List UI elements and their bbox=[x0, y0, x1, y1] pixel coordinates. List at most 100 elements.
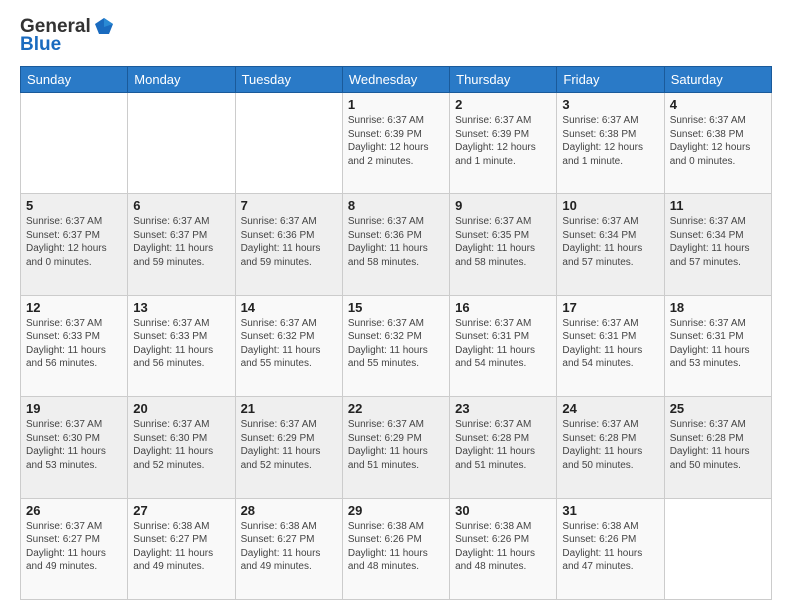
day-number: 16 bbox=[455, 300, 551, 315]
day-number: 31 bbox=[562, 503, 658, 518]
calendar-cell bbox=[128, 93, 235, 194]
calendar-cell: 25 Sunrise: 6:37 AM Sunset: 6:28 PM Dayli… bbox=[664, 397, 771, 498]
logo: General Blue bbox=[20, 16, 115, 56]
calendar-cell: 8 Sunrise: 6:37 AM Sunset: 6:36 PM Daylig… bbox=[342, 194, 449, 295]
calendar-cell: 5 Sunrise: 6:37 AM Sunset: 6:37 PM Daylig… bbox=[21, 194, 128, 295]
day-number: 12 bbox=[26, 300, 122, 315]
day-info: Sunrise: 6:37 AM Sunset: 6:31 PM Dayligh… bbox=[670, 317, 766, 371]
day-info: Sunrise: 6:37 AM Sunset: 6:37 PM Dayligh… bbox=[26, 215, 122, 269]
day-number: 23 bbox=[455, 401, 551, 416]
day-info: Sunrise: 6:37 AM Sunset: 6:32 PM Dayligh… bbox=[241, 317, 337, 371]
day-info: Sunrise: 6:37 AM Sunset: 6:37 PM Dayligh… bbox=[133, 215, 229, 269]
day-number: 10 bbox=[562, 198, 658, 213]
calendar-cell: 11 Sunrise: 6:37 AM Sunset: 6:34 PM Dayli… bbox=[664, 194, 771, 295]
calendar-cell: 26Sunrise: 6:37 AM Sunset: 6:27 PM Dayli… bbox=[21, 498, 128, 599]
day-info: Sunrise: 6:38 AM Sunset: 6:26 PM Dayligh… bbox=[562, 520, 658, 574]
day-info: Sunrise: 6:37 AM Sunset: 6:31 PM Dayligh… bbox=[562, 317, 658, 371]
day-info: Sunrise: 6:37 AM Sunset: 6:28 PM Dayligh… bbox=[670, 418, 766, 472]
day-info: Sunrise: 6:37 AM Sunset: 6:28 PM Dayligh… bbox=[562, 418, 658, 472]
day-number: 22 bbox=[348, 401, 444, 416]
calendar-cell: 28 Sunrise: 6:38 AM Sunset: 6:27 PM Dayli… bbox=[235, 498, 342, 599]
weekday-header-friday: Friday bbox=[557, 67, 664, 93]
day-number: 27 bbox=[133, 503, 229, 518]
day-number: 28 bbox=[241, 503, 337, 518]
day-info: Sunrise: 6:37 AM Sunset: 6:36 PM Dayligh… bbox=[348, 215, 444, 269]
calendar-cell: 3 Sunrise: 6:37 AM Sunset: 6:38 PM Daylig… bbox=[557, 93, 664, 194]
week-row-3: 12 Sunrise: 6:37 AM Sunset: 6:33 PM Dayli… bbox=[21, 295, 772, 396]
header: General Blue bbox=[20, 16, 772, 56]
day-info: Sunrise: 6:37 AM Sunset: 6:28 PM Dayligh… bbox=[455, 418, 551, 472]
week-row-2: 5 Sunrise: 6:37 AM Sunset: 6:37 PM Daylig… bbox=[21, 194, 772, 295]
weekday-header-row: SundayMondayTuesdayWednesdayThursdayFrid… bbox=[21, 67, 772, 93]
calendar-cell: 31 Sunrise: 6:38 AM Sunset: 6:26 PM Dayli… bbox=[557, 498, 664, 599]
weekday-header-sunday: Sunday bbox=[21, 67, 128, 93]
week-row-4: 19 Sunrise: 6:37 AM Sunset: 6:30 PM Dayli… bbox=[21, 397, 772, 498]
day-number: 30 bbox=[455, 503, 551, 518]
calendar-cell: 14 Sunrise: 6:37 AM Sunset: 6:32 PM Dayli… bbox=[235, 295, 342, 396]
calendar-cell: 16 Sunrise: 6:37 AM Sunset: 6:31 PM Dayli… bbox=[450, 295, 557, 396]
day-number: 3 bbox=[562, 97, 658, 112]
calendar-cell: 18Sunrise: 6:37 AM Sunset: 6:31 PM Dayli… bbox=[664, 295, 771, 396]
day-info: Sunrise: 6:37 AM Sunset: 6:29 PM Dayligh… bbox=[348, 418, 444, 472]
day-info: Sunrise: 6:37 AM Sunset: 6:30 PM Dayligh… bbox=[133, 418, 229, 472]
calendar-cell: 23 Sunrise: 6:37 AM Sunset: 6:28 PM Dayli… bbox=[450, 397, 557, 498]
day-number: 17 bbox=[562, 300, 658, 315]
day-number: 6 bbox=[133, 198, 229, 213]
calendar-cell: 21Sunrise: 6:37 AM Sunset: 6:29 PM Dayli… bbox=[235, 397, 342, 498]
day-info: Sunrise: 6:37 AM Sunset: 6:31 PM Dayligh… bbox=[455, 317, 551, 371]
day-info: Sunrise: 6:38 AM Sunset: 6:26 PM Dayligh… bbox=[348, 520, 444, 574]
calendar-cell: 6 Sunrise: 6:37 AM Sunset: 6:37 PM Daylig… bbox=[128, 194, 235, 295]
day-number: 4 bbox=[670, 97, 766, 112]
day-info: Sunrise: 6:37 AM Sunset: 6:36 PM Dayligh… bbox=[241, 215, 337, 269]
day-number: 11 bbox=[670, 198, 766, 213]
calendar-cell: 10Sunrise: 6:37 AM Sunset: 6:34 PM Dayli… bbox=[557, 194, 664, 295]
logo-flag-icon bbox=[93, 16, 115, 38]
day-info: Sunrise: 6:37 AM Sunset: 6:38 PM Dayligh… bbox=[562, 114, 658, 168]
day-info: Sunrise: 6:37 AM Sunset: 6:32 PM Dayligh… bbox=[348, 317, 444, 371]
calendar-cell: 1Sunrise: 6:37 AM Sunset: 6:39 PM Daylig… bbox=[342, 93, 449, 194]
calendar-cell: 29 Sunrise: 6:38 AM Sunset: 6:26 PM Dayli… bbox=[342, 498, 449, 599]
day-number: 9 bbox=[455, 198, 551, 213]
calendar-cell: 15Sunrise: 6:37 AM Sunset: 6:32 PM Dayli… bbox=[342, 295, 449, 396]
day-info: Sunrise: 6:38 AM Sunset: 6:26 PM Dayligh… bbox=[455, 520, 551, 574]
calendar-cell: 19 Sunrise: 6:37 AM Sunset: 6:30 PM Dayli… bbox=[21, 397, 128, 498]
day-info: Sunrise: 6:37 AM Sunset: 6:30 PM Dayligh… bbox=[26, 418, 122, 472]
day-number: 19 bbox=[26, 401, 122, 416]
calendar-cell: 27 Sunrise: 6:38 AM Sunset: 6:27 PM Dayli… bbox=[128, 498, 235, 599]
calendar-cell: 22 Sunrise: 6:37 AM Sunset: 6:29 PM Dayli… bbox=[342, 397, 449, 498]
day-info: Sunrise: 6:37 AM Sunset: 6:39 PM Dayligh… bbox=[455, 114, 551, 168]
day-number: 5 bbox=[26, 198, 122, 213]
day-number: 14 bbox=[241, 300, 337, 315]
day-number: 26 bbox=[26, 503, 122, 518]
calendar-cell: 13 Sunrise: 6:37 AM Sunset: 6:33 PM Dayli… bbox=[128, 295, 235, 396]
calendar-cell: 24 Sunrise: 6:37 AM Sunset: 6:28 PM Dayli… bbox=[557, 397, 664, 498]
calendar-cell: 7 Sunrise: 6:37 AM Sunset: 6:36 PM Daylig… bbox=[235, 194, 342, 295]
calendar-cell: 12 Sunrise: 6:37 AM Sunset: 6:33 PM Dayli… bbox=[21, 295, 128, 396]
day-info: Sunrise: 6:38 AM Sunset: 6:27 PM Dayligh… bbox=[241, 520, 337, 574]
day-number: 7 bbox=[241, 198, 337, 213]
day-number: 8 bbox=[348, 198, 444, 213]
day-info: Sunrise: 6:37 AM Sunset: 6:33 PM Dayligh… bbox=[133, 317, 229, 371]
day-info: Sunrise: 6:37 AM Sunset: 6:34 PM Dayligh… bbox=[670, 215, 766, 269]
day-number: 25 bbox=[670, 401, 766, 416]
calendar-page: General Blue SundayMondayTuesdayWednesda… bbox=[0, 0, 792, 612]
weekday-header-tuesday: Tuesday bbox=[235, 67, 342, 93]
weekday-header-wednesday: Wednesday bbox=[342, 67, 449, 93]
day-info: Sunrise: 6:37 AM Sunset: 6:35 PM Dayligh… bbox=[455, 215, 551, 269]
day-info: Sunrise: 6:38 AM Sunset: 6:27 PM Dayligh… bbox=[133, 520, 229, 574]
calendar-table: SundayMondayTuesdayWednesdayThursdayFrid… bbox=[20, 66, 772, 600]
day-number: 21 bbox=[241, 401, 337, 416]
day-number: 29 bbox=[348, 503, 444, 518]
weekday-header-saturday: Saturday bbox=[664, 67, 771, 93]
day-number: 13 bbox=[133, 300, 229, 315]
weekday-header-monday: Monday bbox=[128, 67, 235, 93]
day-number: 1 bbox=[348, 97, 444, 112]
day-info: Sunrise: 6:37 AM Sunset: 6:33 PM Dayligh… bbox=[26, 317, 122, 371]
calendar-cell: 30 Sunrise: 6:38 AM Sunset: 6:26 PM Dayli… bbox=[450, 498, 557, 599]
day-info: Sunrise: 6:37 AM Sunset: 6:38 PM Dayligh… bbox=[670, 114, 766, 168]
calendar-cell bbox=[664, 498, 771, 599]
calendar-cell bbox=[235, 93, 342, 194]
weekday-header-thursday: Thursday bbox=[450, 67, 557, 93]
day-number: 24 bbox=[562, 401, 658, 416]
day-number: 2 bbox=[455, 97, 551, 112]
